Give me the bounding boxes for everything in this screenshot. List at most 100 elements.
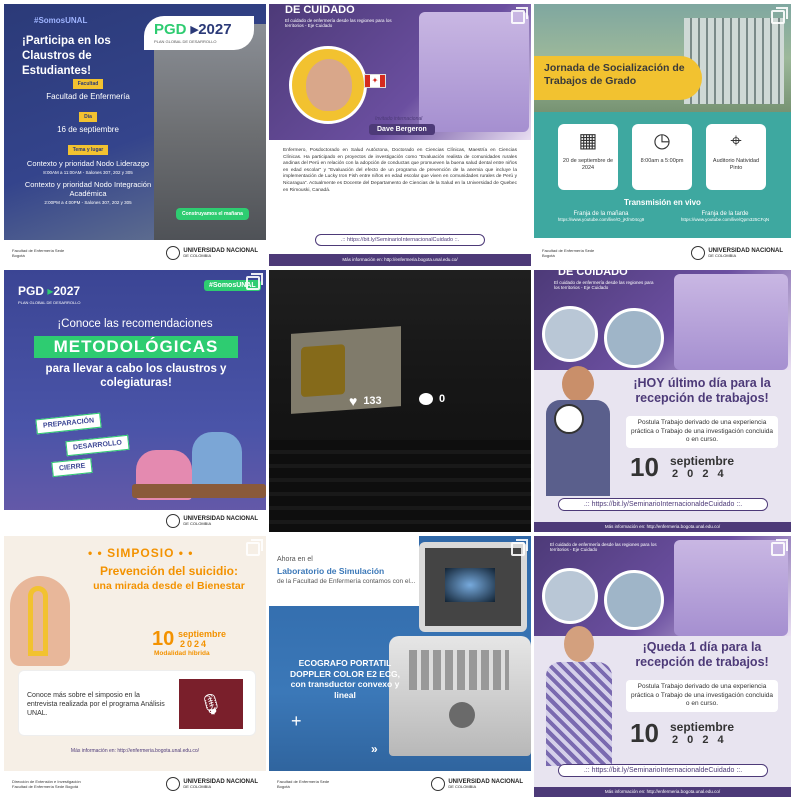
event-date: 10 septiembre 2024 [152, 628, 227, 650]
megaphone-icon [554, 404, 584, 434]
post-subtitle: una mirada desde el Bienestar [93, 580, 245, 592]
live-heading: Transmisión en vivo [624, 198, 701, 207]
headline-line2: para llevar a cabo los claustros y coleg… [45, 363, 227, 389]
post-queda-un-dia[interactable]: El cuidado de enfermería desde las regio… [534, 536, 791, 797]
pgd-logo: PGD ▸2027 PLAN GLOBAL DE DESARROLLO [144, 16, 254, 50]
carousel-icon [246, 273, 263, 290]
post-ultimo-dia-recepcion[interactable]: DE CUIDADO El cuidado de enfermería desd… [534, 270, 791, 532]
intro-text-2: Laboratorio de Simulación [277, 566, 385, 576]
headline-line1: ¡Conoce las recomendaciones [57, 318, 213, 330]
presenter-photo [538, 366, 618, 496]
podcast-mic-icon: 🎙︎ [179, 679, 243, 729]
post-desc: Postula Trabajo derivado de una experien… [626, 416, 778, 448]
tagline: El cuidado de enfermería desde las regio… [550, 542, 657, 552]
info-block: Facultad Facultad de Enfermería Día 16 d… [24, 79, 152, 205]
hover-overlay [269, 270, 531, 532]
presenter-photo [538, 626, 618, 766]
post-footer: Facultad de Enfermería Sede Bogotá UNIVE… [269, 771, 531, 797]
event-mode: Modalidad híbrida [154, 650, 210, 657]
slogan-badge: Construyamos el mañana [176, 208, 249, 220]
carousel-icon [246, 539, 263, 556]
post-footer: Facultad de Enfermería Sede Bogotá UNIVE… [534, 240, 791, 266]
post-invitado-internacional[interactable]: DE CUIDADO El cuidado de enfermería desd… [269, 4, 531, 266]
more-info: Más información en: http://enfermeria.bo… [70, 748, 200, 754]
post-footer: Facultad de Enfermería Sede Bogotá UNIVE… [4, 240, 266, 266]
guest-label: Invitado internacional [375, 116, 423, 122]
unal-logo: UNIVERSIDAD NACIONAL DE COLOMBIA [166, 246, 258, 260]
more-info: Más información en: http://enfermeria.bo… [269, 254, 531, 266]
carousel-icon [511, 7, 528, 24]
date-card: ▦ 20 de septiembre de 2024 [558, 124, 618, 190]
carousel-icon [511, 539, 528, 556]
campus-photo-2 [604, 570, 664, 630]
carousel-icon [771, 539, 788, 556]
afternoon-stream[interactable]: Franja de la tarde https://www.youtube.c… [664, 211, 786, 222]
tagline: El cuidado de enfermería desde las regio… [285, 18, 392, 28]
unal-logo: UNIVERSIDAD NACIONAL DE COLOMBIA [166, 777, 258, 791]
intro-text-1: Ahora en el [277, 556, 313, 563]
post-title: ¡Queda 1 día para la recepción de trabaj… [635, 640, 769, 669]
comments-stat: 0 [419, 393, 445, 405]
post-recomendaciones-metodologicas[interactable]: PGD ▸2027 PLAN GLOBAL DE DESARROLLO #Som… [4, 270, 266, 532]
campus-photo-2 [604, 308, 664, 368]
nurses-photo [674, 274, 788, 370]
deadline-date: 10 septiembre 2 0 2 4 [630, 718, 735, 748]
place-card: ⌖ Auditorio Natividad Pinto [706, 124, 766, 190]
post-auditorium-photo[interactable]: ♥ 133 0 [269, 270, 531, 532]
post-jornada-socializacion[interactable]: Jornada de Socialización de Trabajos de … [534, 4, 791, 266]
post-ecografo-portatil[interactable]: Ahora en el Laboratorio de Simulación de… [269, 536, 531, 797]
guest-name: Dave Bergeron [369, 124, 435, 135]
heart-icon: ♥ [349, 393, 358, 409]
post-title: ¡HOY último día para la recepción de tra… [633, 376, 771, 405]
nurses-photo [419, 12, 529, 132]
awareness-ribbon-photo [4, 536, 74, 676]
unal-logo: UNIVERSIDAD NACIONAL DE COLOMBIA [691, 246, 783, 260]
pgd-logo: PGD ▸2027 PLAN GLOBAL DE DESARROLLO [18, 284, 81, 305]
unal-seal-icon [431, 777, 446, 791]
post-footer: Dirección de Extensión e Investigación F… [4, 771, 266, 797]
campus-photo-1 [542, 568, 598, 624]
post-claustros-estudiantes[interactable]: #SomosUNAL PGD ▸2027 PLAN GLOBAL DE DESA… [4, 4, 266, 266]
unal-seal-icon [166, 777, 181, 791]
time-card: ◷ 8:00am a 5:00pm [632, 124, 692, 190]
intro-text-3: de la Facultad de Enfermería contamos co… [277, 578, 416, 585]
students-illustration [132, 410, 266, 506]
brand-title: DE CUIDADO [558, 270, 628, 278]
calendar-icon: ▦ [578, 130, 598, 152]
more-info: Más información en: http://enfermeria.bo… [534, 787, 791, 797]
seminar-link[interactable]: .:: https://bit.ly/SeminarioInternaciona… [315, 234, 485, 246]
post-footer: UNIVERSIDAD NACIONAL DE COLOMBIA [4, 510, 266, 532]
device-name: ECOGRAFO PORTATIL DOPPLER COLOR E2 ECG, … [289, 658, 401, 700]
likes-stat: ♥ 133 [349, 393, 382, 409]
interview-box[interactable]: Conoce más sobre el simposio en la entre… [18, 670, 256, 736]
post-desc: Postula Trabajo derivado de una experien… [626, 680, 778, 712]
unal-seal-icon [691, 246, 706, 260]
unal-logo: UNIVERSIDAD NACIONAL DE COLOMBIA [166, 514, 258, 528]
carousel-icon [771, 7, 788, 24]
chevrons-right-icon: » [371, 742, 378, 756]
brand-title: DE CUIDADO [285, 4, 355, 16]
symposium-label: • • SIMPOSIO • • [88, 546, 194, 560]
seminar-link[interactable]: .:: https://bit.ly/SeminarioInternaciona… [558, 498, 768, 511]
post-title: Prevención del suicidio: [99, 564, 239, 578]
plus-icon-2: + [291, 711, 302, 731]
canada-flag-icon: ✦ [364, 74, 386, 88]
headline-highlight: METODOLÓGICAS [34, 336, 238, 358]
seminar-link[interactable]: .:: https://bit.ly/SeminarioInternaciona… [558, 764, 768, 777]
comment-bubble-icon [419, 393, 433, 405]
unal-seal-icon [166, 514, 181, 528]
guest-photo [289, 46, 367, 124]
ultrasound-device [389, 636, 531, 756]
campus-photo-1 [542, 306, 598, 362]
title-banner: Jornada de Socialización de Trabajos de … [534, 56, 702, 100]
deadline-date: 10 septiembre 2 0 2 4 [630, 452, 735, 482]
location-pin-icon: ⌖ [730, 130, 742, 152]
unal-logo: UNIVERSIDAD NACIONAL DE COLOMBIA [431, 777, 523, 791]
post-simposio-prevencion[interactable]: • • SIMPOSIO • • Prevención del suicidio… [4, 536, 266, 797]
hashtag: #SomosUNAL [34, 16, 88, 25]
plus-icon: + [369, 536, 380, 556]
guest-bio: Enfermero, Posdoctorado en Salud Autócto… [283, 148, 517, 193]
more-info: Más información en: http://enfermeria.bo… [534, 522, 791, 532]
unal-seal-icon [166, 246, 181, 260]
morning-stream[interactable]: Franja de la mañana https://www.youtube.… [542, 211, 660, 222]
